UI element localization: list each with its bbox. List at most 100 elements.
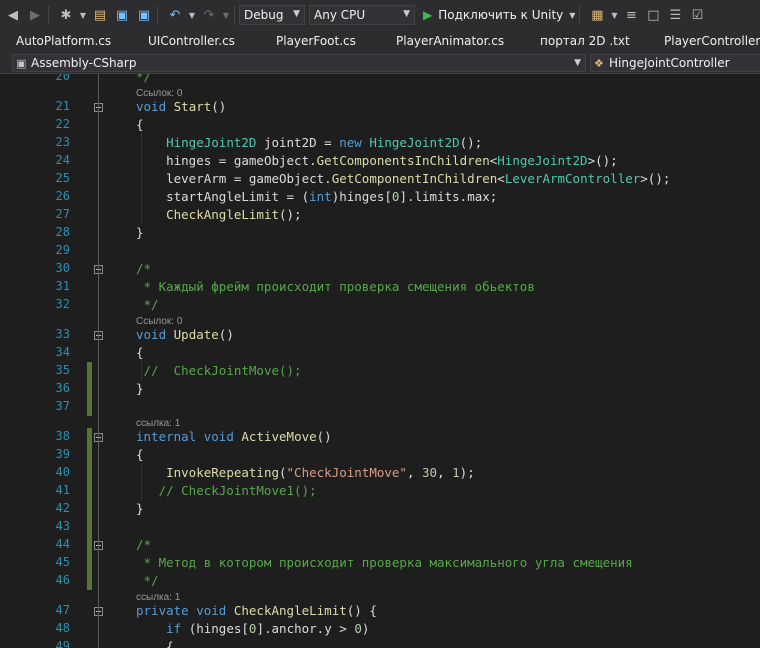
- code-line[interactable]: // CheckJointMove();: [136, 362, 302, 380]
- toolbar-separator: [234, 6, 235, 24]
- line-number: 45: [55, 555, 70, 569]
- line-number: 24: [55, 153, 70, 167]
- change-marker: [87, 464, 92, 482]
- code-line[interactable]: if (hinges[0].anchor.y > 0): [136, 620, 369, 638]
- line-number: 21: [55, 99, 70, 113]
- chevron-down-icon[interactable]: ▼: [222, 6, 230, 24]
- chevron-down-icon[interactable]: ▼: [569, 11, 575, 20]
- line-number: 35: [55, 363, 70, 377]
- outline-guide: [98, 74, 99, 648]
- checkbox-icon[interactable]: ☑: [688, 6, 706, 24]
- debug-tools-icon[interactable]: ▦: [588, 6, 606, 24]
- attach-unity-label: Подключить к Unity: [438, 8, 564, 22]
- code-line[interactable]: {: [136, 638, 174, 648]
- line-number: 38: [55, 429, 70, 443]
- code-line[interactable]: {: [136, 116, 144, 134]
- folder-view-icon[interactable]: □: [644, 6, 662, 24]
- code-line[interactable]: }: [136, 500, 144, 518]
- line-number: 31: [55, 279, 70, 293]
- class-icon: ❖: [594, 57, 604, 70]
- back-icon[interactable]: ◀: [4, 6, 22, 24]
- line-number: 33: [55, 327, 70, 341]
- line-number: 47: [55, 603, 70, 617]
- code-line[interactable]: startAngleLimit = (int)hinges[0].limits.…: [136, 188, 497, 206]
- code-line[interactable]: /*: [136, 536, 151, 554]
- code-line[interactable]: * Метод в котором происходит проверка ма…: [136, 554, 633, 572]
- line-number: 32: [55, 297, 70, 311]
- project-dropdown[interactable]: ▣ Assembly-CSharp ▼: [12, 54, 586, 72]
- chevron-down-icon[interactable]: ▼: [610, 6, 618, 24]
- code-editor[interactable]: 20 */Ссылок: 0 21 void Start() 22{23 HingeJo…: [0, 74, 760, 648]
- redo-icon[interactable]: ↷: [200, 6, 218, 24]
- class-dropdown[interactable]: ❖ HingeJointController: [590, 54, 760, 72]
- line-number: 30: [55, 261, 70, 275]
- tab-playerfoot[interactable]: PlayerFoot.cs: [276, 30, 356, 52]
- code-line[interactable]: /*: [136, 260, 151, 278]
- new-project-icon[interactable]: ✱: [57, 6, 75, 24]
- line-number: 36: [55, 381, 70, 395]
- indent-guide: [141, 134, 142, 224]
- line-number: 23: [55, 135, 70, 149]
- play-icon: ▶: [423, 8, 433, 22]
- line-number: 34: [55, 345, 70, 359]
- configuration-value: Debug: [244, 8, 284, 22]
- line-number: 22: [55, 117, 70, 131]
- line-number: 27: [55, 207, 70, 221]
- chevron-down-icon[interactable]: ▼: [188, 6, 196, 24]
- tab-autoplatform[interactable]: AutoPlatform.cs: [16, 30, 111, 52]
- line-number: 40: [55, 465, 70, 479]
- code-line[interactable]: void Start(): [136, 98, 226, 116]
- step-icon[interactable]: ≡: [622, 6, 640, 24]
- line-number: 48: [55, 621, 70, 635]
- csharp-project-icon: ▣: [16, 57, 27, 70]
- code-line[interactable]: {: [136, 344, 144, 362]
- bookmark-icon[interactable]: ☰: [666, 6, 684, 24]
- chevron-down-icon: ▼: [574, 58, 581, 68]
- toolbar: ◀ ▶ ✱ ▼ ▤ ▣ ▣ ↶ ▼ ↷ ▼ Debug ▼ Any CPU ▼ …: [0, 0, 760, 30]
- line-number: 43: [55, 519, 70, 533]
- forward-icon[interactable]: ▶: [26, 6, 44, 24]
- code-line[interactable]: // CheckJointMove1();: [136, 482, 317, 500]
- line-number: 37: [55, 399, 70, 413]
- change-marker: [87, 500, 92, 518]
- code-line[interactable]: * Каждый фрейм происходит проверка смеще…: [136, 278, 535, 296]
- tab-uicontroller[interactable]: UIController.cs: [148, 30, 235, 52]
- code-line[interactable]: */: [136, 74, 151, 86]
- save-icon[interactable]: ▣: [113, 6, 131, 24]
- code-line[interactable]: hinges = gameObject.GetComponentsInChild…: [136, 152, 618, 170]
- code-line[interactable]: }: [136, 224, 144, 242]
- attach-unity-button[interactable]: ▶ Подключить к Unity ▼: [423, 8, 575, 22]
- undo-icon[interactable]: ↶: [166, 6, 184, 24]
- line-number: 49: [55, 639, 70, 648]
- save-all-icon[interactable]: ▣: [135, 6, 153, 24]
- line-number: 42: [55, 501, 70, 515]
- navigation-bar: ▣ Assembly-CSharp ▼ ❖ HingeJointControll…: [0, 52, 760, 74]
- toolbar-separator: [579, 6, 581, 24]
- code-line[interactable]: private void CheckAngleLimit() {: [136, 602, 377, 620]
- tab-portal-txt[interactable]: портал 2D .txt: [540, 30, 630, 52]
- platform-dropdown[interactable]: Any CPU ▼: [309, 5, 415, 25]
- line-number: 29: [55, 243, 70, 257]
- chevron-down-icon[interactable]: ▼: [79, 6, 87, 24]
- code-line[interactable]: HingeJoint2D joint2D = new HingeJoint2D(…: [136, 134, 482, 152]
- change-marker: [87, 518, 92, 536]
- platform-value: Any CPU: [314, 8, 366, 22]
- line-number: 44: [55, 537, 70, 551]
- code-line[interactable]: void Update(): [136, 326, 234, 344]
- tab-playercontroller[interactable]: PlayerController.cs: [664, 30, 760, 52]
- configuration-dropdown[interactable]: Debug ▼: [239, 5, 305, 25]
- code-line[interactable]: }: [136, 380, 144, 398]
- change-marker: [87, 362, 92, 380]
- code-line[interactable]: InvokeRepeating("CheckJointMove", 30, 1)…: [136, 464, 475, 482]
- code-line[interactable]: CheckAngleLimit();: [136, 206, 301, 224]
- code-line[interactable]: internal void ActiveMove(): [136, 428, 332, 446]
- tab-playeranimator[interactable]: PlayerAnimator.cs: [396, 30, 504, 52]
- code-line[interactable]: leverArm = gameObject.GetComponentInChil…: [136, 170, 670, 188]
- code-line[interactable]: {: [136, 446, 144, 464]
- line-number: 28: [55, 225, 70, 239]
- code-line[interactable]: */: [136, 296, 159, 314]
- change-marker: [87, 446, 92, 464]
- open-folder-icon[interactable]: ▤: [91, 6, 109, 24]
- change-marker: [87, 398, 92, 416]
- code-line[interactable]: */: [136, 572, 159, 590]
